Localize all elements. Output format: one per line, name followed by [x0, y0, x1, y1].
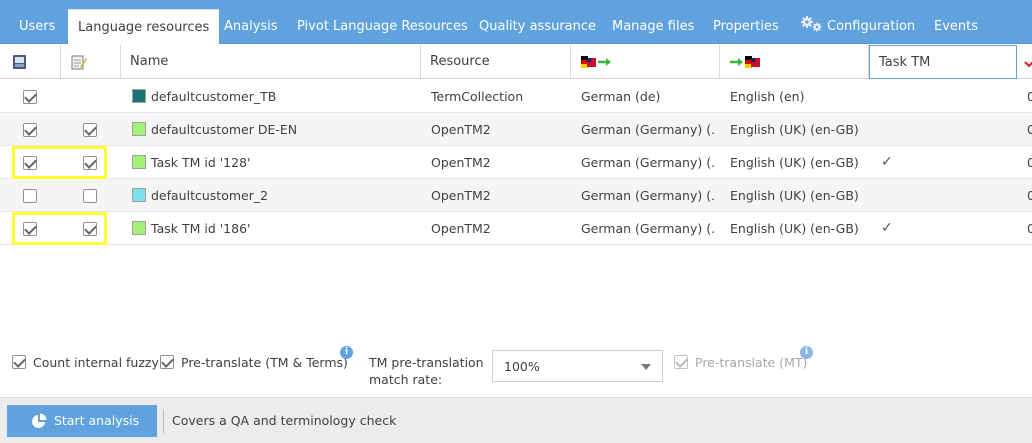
tm-match-rate-label-2: match rate:	[369, 372, 443, 387]
tm-match-rate-select[interactable]: 100%	[492, 350, 663, 382]
write-access-checkbox[interactable]	[83, 123, 97, 137]
color-swatch	[132, 89, 146, 103]
resource-type: OpenTM2	[431, 221, 491, 236]
start-analysis-label: Start analysis	[54, 413, 140, 428]
source-language: German (Germany) (...	[581, 122, 715, 137]
tab-language-resources[interactable]: Language resources	[68, 9, 220, 45]
tab-manage-files[interactable]: Manage files	[612, 0, 694, 44]
target-language: English (en)	[730, 89, 805, 104]
target-language: English (UK) (en-GB)	[730, 122, 859, 137]
grid-header: Name Resource Task TM	[0, 45, 1032, 79]
color-swatch	[132, 155, 146, 169]
resource-name: Task TM id '128'	[151, 155, 251, 170]
resource-name: defaultcustomer_2	[151, 188, 269, 203]
target-language: English (UK) (en-GB)	[730, 221, 859, 236]
resource-type: OpenTM2	[431, 188, 491, 203]
extra-value: 0	[1027, 188, 1032, 203]
column-source-language[interactable]	[571, 45, 720, 79]
table-row[interactable]: defaultcustomer DE-EN OpenTM2 German (Germ…	[0, 113, 1032, 146]
table-row[interactable]: defaultcustomer_2 OpenTM2 German (Germany)…	[0, 179, 1032, 212]
pretranslate-mt-label: Pre-translate (MT)	[695, 355, 808, 370]
column-read-access[interactable]	[0, 45, 61, 79]
gear-icon	[800, 16, 826, 32]
extra-value: 0	[1027, 155, 1032, 170]
start-analysis-button[interactable]: Start analysis	[7, 405, 157, 437]
table-row[interactable]: defaultcustomer_TB TermCollection German (…	[0, 80, 1032, 113]
resource-name: defaultcustomer_TB	[151, 89, 277, 104]
tab-configuration-label: Configuration	[827, 19, 916, 34]
highlight-box	[12, 212, 107, 245]
task-tm-check-icon: ✓	[881, 220, 893, 236]
sort-indicator-icon	[1024, 57, 1032, 72]
bottom-toolbar: Start analysis Covers a QA and terminolo…	[0, 397, 1032, 443]
source-language: German (Germany) (...	[581, 221, 715, 236]
count-internal-fuzzy-checkbox[interactable]	[12, 355, 26, 369]
tab-configuration[interactable]: Configuration	[800, 0, 915, 44]
target-language: English (UK) (en-GB)	[730, 155, 859, 170]
write-access-checkbox[interactable]	[83, 189, 97, 203]
column-write-access[interactable]	[61, 45, 121, 79]
count-internal-fuzzy-label: Count internal fuzzy	[33, 355, 159, 370]
tab-users[interactable]: Users	[19, 0, 55, 44]
pretranslate-tm-terms-checkbox[interactable]	[160, 355, 174, 369]
source-language: German (Germany) (...	[581, 188, 715, 203]
tab-bar: Users Language resources Analysis Pivot …	[0, 0, 1032, 45]
task-tm-check-icon: ✓	[881, 154, 893, 170]
tab-events[interactable]: Events	[934, 0, 978, 44]
tab-analysis[interactable]: Analysis	[224, 0, 278, 44]
tab-quality-assurance[interactable]: Quality assurance	[479, 0, 596, 44]
tm-match-rate-label: TM pre-translation	[369, 355, 484, 370]
pretranslate-tm-terms-label: Pre-translate (TM & Terms)	[181, 355, 348, 370]
pretranslate-mt-checkbox[interactable]	[674, 355, 688, 369]
table-row[interactable]: Task TM id '186' OpenTM2 German (Germany) …	[0, 212, 1032, 245]
column-task-tm[interactable]: Task TM	[869, 45, 1017, 79]
toolbar-separator	[163, 409, 164, 433]
source-language: German (Germany) (...	[581, 155, 715, 170]
color-swatch	[132, 188, 146, 202]
highlight-box	[12, 146, 107, 179]
read-access-checkbox[interactable]	[23, 123, 37, 137]
write-access-icon	[71, 55, 87, 70]
column-resource[interactable]: Resource	[421, 45, 571, 79]
extra-value: 0	[1027, 221, 1032, 236]
source-language-flag-icon	[581, 56, 611, 68]
resource-type: OpenTM2	[431, 122, 491, 137]
color-swatch	[132, 122, 146, 136]
resource-name: Task TM id '186'	[151, 221, 251, 236]
extra-value: 0	[1027, 89, 1032, 104]
pretranslate-tm-info-icon[interactable]: i	[340, 346, 353, 359]
column-name[interactable]: Name	[121, 45, 421, 79]
color-swatch	[132, 221, 146, 235]
tm-match-rate-value: 100%	[504, 359, 540, 374]
pretranslate-mt-info-icon[interactable]: i	[800, 346, 813, 359]
extra-value: 0	[1027, 122, 1032, 137]
target-language-flag-icon	[730, 56, 760, 68]
read-access-icon	[13, 55, 26, 69]
tab-properties[interactable]: Properties	[713, 0, 779, 44]
resource-name: defaultcustomer DE-EN	[151, 122, 298, 137]
resource-type: TermCollection	[431, 89, 524, 104]
analysis-info-text: Covers a QA and terminology check	[172, 413, 397, 428]
resource-type: OpenTM2	[431, 155, 491, 170]
table-row[interactable]: Task TM id '128' OpenTM2 German (Germany) …	[0, 146, 1032, 179]
read-access-checkbox[interactable]	[23, 90, 37, 104]
column-target-language[interactable]	[720, 45, 869, 79]
read-access-checkbox[interactable]	[23, 189, 37, 203]
pie-chart-icon	[32, 413, 47, 428]
chevron-down-icon[interactable]	[641, 364, 651, 370]
tab-pivot-language-resources[interactable]: Pivot Language Resources	[297, 0, 468, 44]
target-language: English (UK) (en-GB)	[730, 188, 859, 203]
source-language: German (de)	[581, 89, 661, 104]
